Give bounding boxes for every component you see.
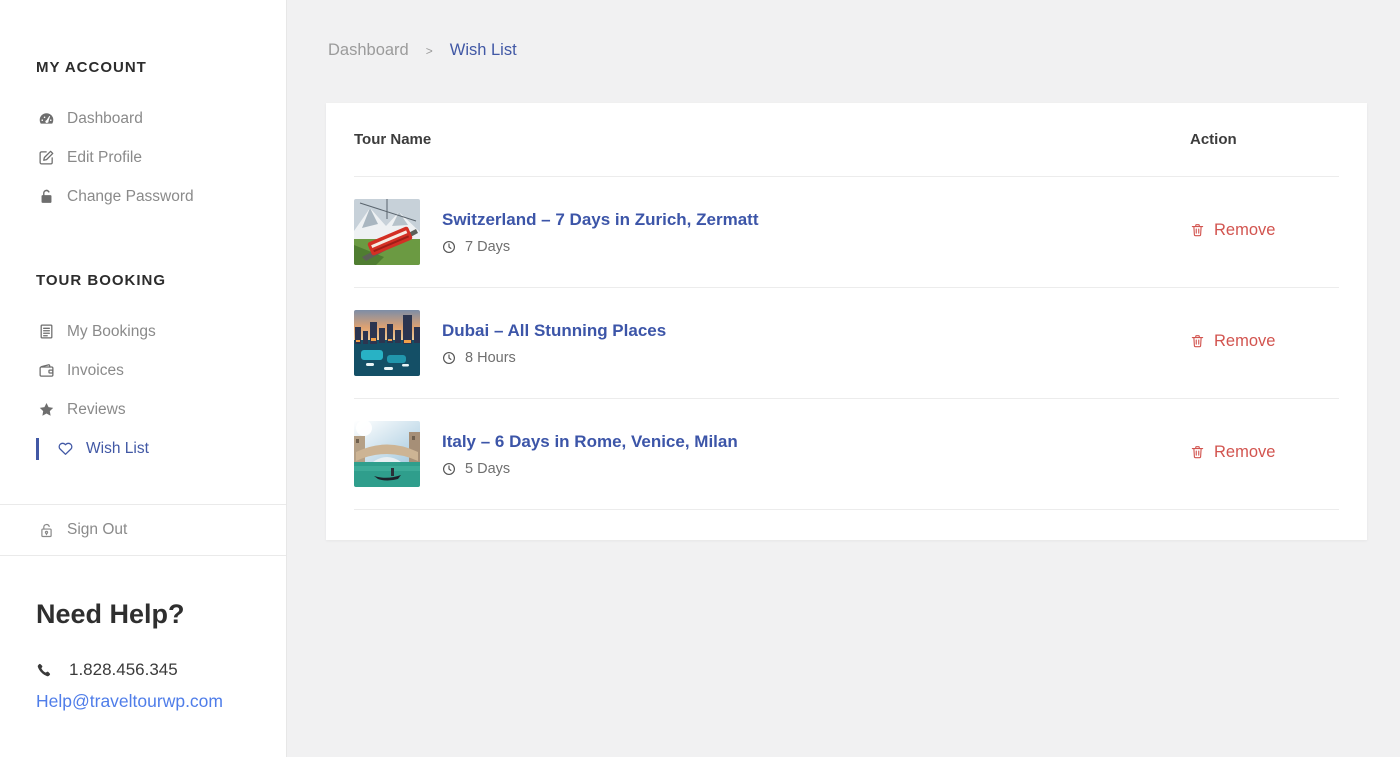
table-body: Switzerland – 7 Days in Zurich, Zermatt …	[354, 177, 1339, 510]
sidebar-section-title-tour-booking: TOUR BOOKING	[36, 272, 286, 289]
sidebar-item-label: Wish List	[86, 440, 149, 458]
tour-cell: Switzerland – 7 Days in Zurich, Zermatt …	[354, 199, 1190, 265]
sidebar-item-label: Change Password	[67, 188, 194, 206]
sidebar-item-dashboard[interactable]: Dashboard	[0, 99, 286, 138]
sidebar-item-label: Sign Out	[67, 521, 127, 539]
lock-icon	[36, 188, 56, 205]
heart-icon	[55, 440, 75, 457]
sidebar-item-label: My Bookings	[67, 323, 156, 341]
action-cell: Remove	[1190, 332, 1339, 355]
remove-label: Remove	[1214, 443, 1275, 462]
sidebar-item-label: Invoices	[67, 362, 124, 380]
need-help-title: Need Help?	[36, 599, 286, 630]
remove-label: Remove	[1214, 221, 1275, 240]
sidebar-item-my-bookings[interactable]: My Bookings	[0, 312, 286, 351]
tour-duration: 5 Days	[465, 461, 510, 477]
tour-info: Dubai – All Stunning Places 8 Hours	[442, 321, 666, 366]
sidebar-item-label: Edit Profile	[67, 149, 142, 167]
tour-title-link[interactable]: Italy – 6 Days in Rome, Venice, Milan	[442, 432, 738, 452]
sidebar-item-change-password[interactable]: Change Password	[0, 177, 286, 216]
wallet-icon	[36, 362, 56, 379]
sidebar-item-label: Reviews	[67, 401, 126, 419]
breadcrumb: Dashboard > Wish List	[328, 41, 517, 60]
unlock-icon	[36, 522, 56, 539]
remove-label: Remove	[1214, 332, 1275, 351]
column-header-action: Action	[1190, 131, 1339, 148]
tour-booking-nav: My Bookings Invoices Reviews Wish List	[0, 312, 286, 468]
tour-thumbnail[interactable]	[354, 310, 420, 376]
wishlist-page: MY ACCOUNT Dashboard Edit Profile Change…	[0, 0, 1400, 757]
main-content: Dashboard > Wish List Tour Name Action S…	[287, 0, 1400, 757]
tour-duration-row: 5 Days	[442, 461, 738, 477]
sidebar-item-edit-profile[interactable]: Edit Profile	[0, 138, 286, 177]
table-header: Tour Name Action	[354, 103, 1339, 177]
tour-duration: 7 Days	[465, 239, 510, 255]
star-icon	[36, 401, 56, 418]
sidebar-item-reviews[interactable]: Reviews	[0, 390, 286, 429]
tour-cell: Dubai – All Stunning Places 8 Hours	[354, 310, 1190, 376]
active-indicator-bar	[36, 438, 39, 460]
help-phone: 1.828.456.345	[36, 660, 286, 680]
my-account-nav: Dashboard Edit Profile Change Password	[0, 99, 286, 216]
help-phone-number: 1.828.456.345	[69, 660, 178, 680]
clock-icon	[442, 240, 456, 254]
tour-info: Switzerland – 7 Days in Zurich, Zermatt …	[442, 210, 758, 255]
table-row: Dubai – All Stunning Places 8 Hours Remo…	[354, 288, 1339, 399]
trash-icon	[1190, 444, 1205, 460]
phone-icon	[36, 662, 56, 678]
remove-button[interactable]: Remove	[1190, 332, 1275, 351]
action-cell: Remove	[1190, 221, 1339, 244]
tour-title-link[interactable]: Switzerland – 7 Days in Zurich, Zermatt	[442, 210, 758, 230]
dashboard-icon	[36, 110, 56, 127]
sidebar-item-sign-out[interactable]: Sign Out	[0, 505, 286, 555]
breadcrumb-current: Wish List	[450, 41, 517, 60]
breadcrumb-separator: >	[426, 44, 433, 58]
table-row: Switzerland – 7 Days in Zurich, Zermatt …	[354, 177, 1339, 288]
clock-icon	[442, 462, 456, 476]
trash-icon	[1190, 222, 1205, 238]
tour-duration: 8 Hours	[465, 350, 516, 366]
tour-title-link[interactable]: Dubai – All Stunning Places	[442, 321, 666, 341]
tour-duration-row: 7 Days	[442, 239, 758, 255]
clock-icon	[442, 351, 456, 365]
bookings-icon	[36, 323, 56, 340]
tour-cell: Italy – 6 Days in Rome, Venice, Milan 5 …	[354, 421, 1190, 487]
tour-duration-row: 8 Hours	[442, 350, 666, 366]
sidebar-item-wish-list[interactable]: Wish List	[0, 429, 286, 468]
remove-button[interactable]: Remove	[1190, 221, 1275, 240]
sidebar-item-invoices[interactable]: Invoices	[0, 351, 286, 390]
action-cell: Remove	[1190, 443, 1339, 466]
sidebar-divider	[0, 555, 286, 556]
tour-info: Italy – 6 Days in Rome, Venice, Milan 5 …	[442, 432, 738, 477]
edit-icon	[36, 149, 56, 166]
account-sidebar: MY ACCOUNT Dashboard Edit Profile Change…	[0, 0, 287, 757]
sidebar-section-title-my-account: MY ACCOUNT	[36, 59, 286, 76]
remove-button[interactable]: Remove	[1190, 443, 1275, 462]
sidebar-item-label: Dashboard	[67, 110, 143, 128]
column-header-tour-name: Tour Name	[354, 131, 1190, 148]
trash-icon	[1190, 333, 1205, 349]
tour-thumbnail[interactable]	[354, 421, 420, 487]
wishlist-card: Tour Name Action Switzerland – 7 Days in…	[326, 103, 1367, 540]
help-email-link[interactable]: Help@traveltourwp.com	[36, 691, 286, 712]
breadcrumb-dashboard-link[interactable]: Dashboard	[328, 41, 409, 60]
tour-thumbnail[interactable]	[354, 199, 420, 265]
table-row: Italy – 6 Days in Rome, Venice, Milan 5 …	[354, 399, 1339, 510]
